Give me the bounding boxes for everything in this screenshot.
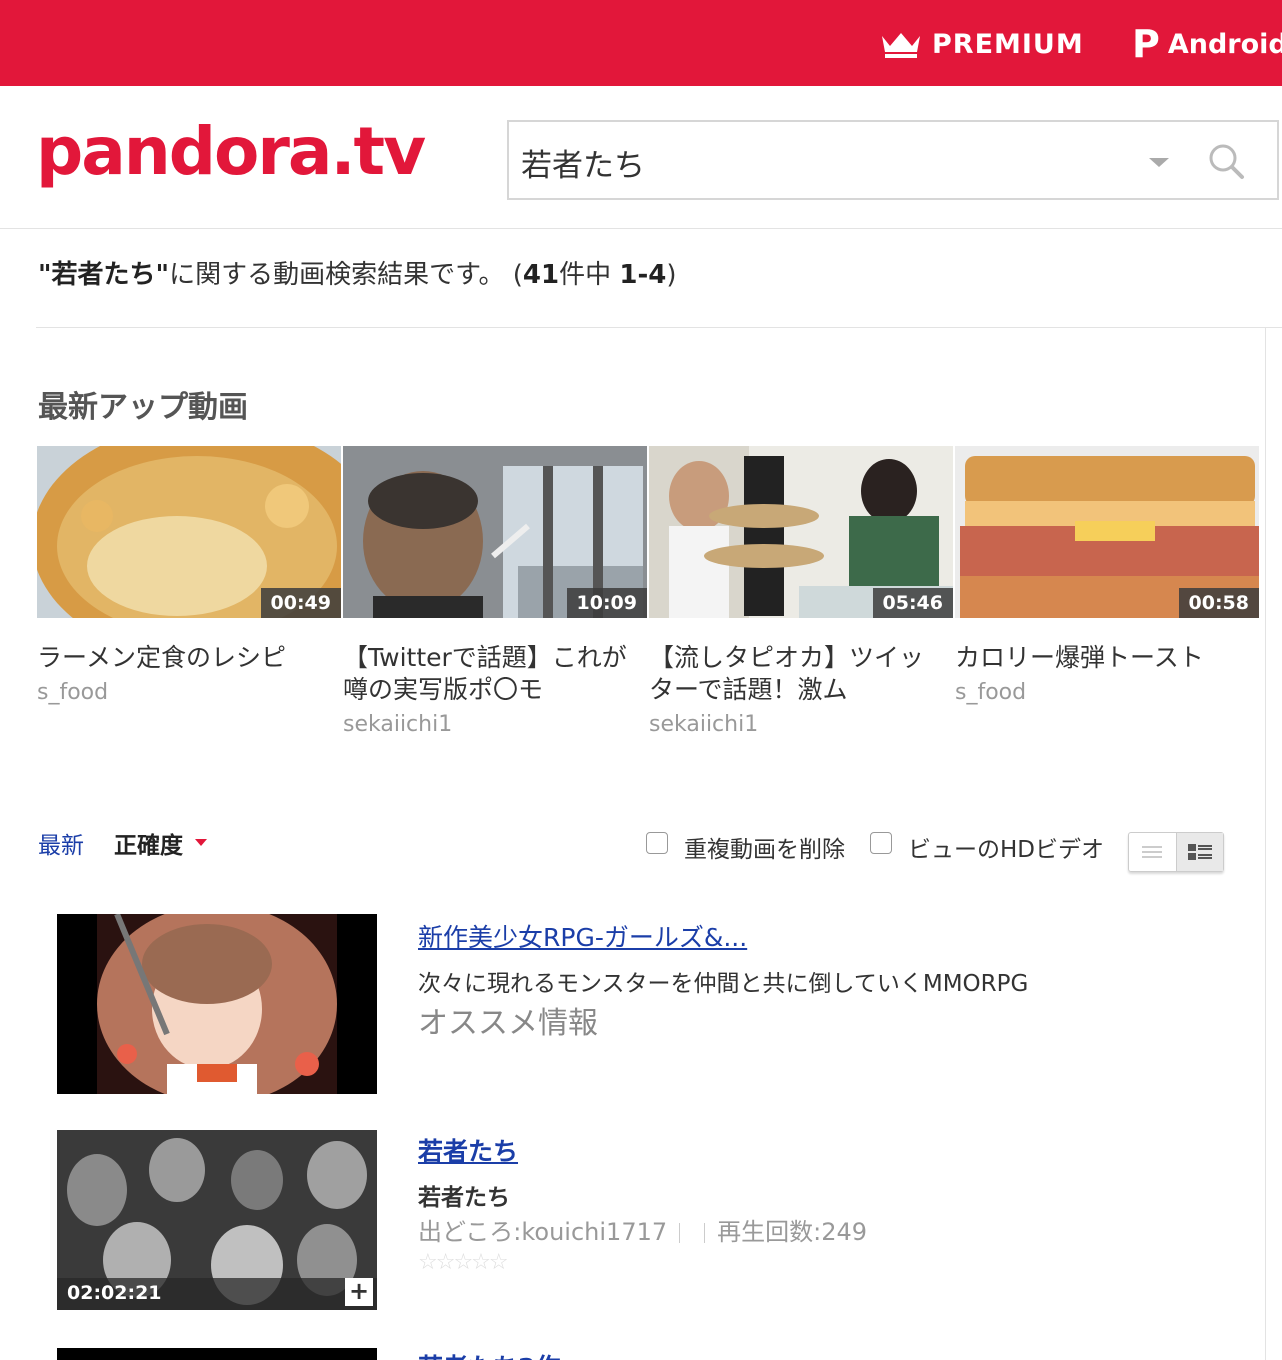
video-duration: 02:02:21 <box>67 1282 162 1304</box>
duration-bar: 02:02:21 <box>57 1278 377 1310</box>
video-card[interactable]: 10:09 【Twitterで話題】これが噂の実写版ポ〇モ sekaiichi1 <box>343 446 647 737</box>
anime-girl-image <box>57 914 377 1094</box>
video-user[interactable]: sekaiichi1 <box>649 712 953 737</box>
header-divider <box>0 228 1282 229</box>
video-duration: 10:09 <box>566 588 647 618</box>
video-thumbnail[interactable]: 00:49 <box>37 446 341 618</box>
result-link[interactable]: 若者たち <box>418 1132 518 1168</box>
summary-close: ) <box>666 260 677 290</box>
search-summary: "若者たち"に関する動画検索結果です。 (41件中 1-4) <box>38 254 677 291</box>
result-source[interactable]: 出どころ:kouichi1717 <box>418 1218 667 1246</box>
dedupe-label[interactable]: 重複動画を削除 <box>684 830 845 864</box>
hd-checkbox[interactable] <box>870 832 892 854</box>
list-view-button[interactable] <box>1129 833 1176 871</box>
result-link[interactable]: 新作美少女RPG-ガールズ&... <box>418 918 747 954</box>
video-title[interactable]: 【Twitterで話題】これが噂の実写版ポ〇モ <box>343 642 633 706</box>
result-tag: オススメ情報 <box>418 1006 598 1041</box>
sort-accuracy[interactable]: 正確度 <box>114 826 183 860</box>
crown-icon <box>882 33 920 58</box>
detail-view-button[interactable] <box>1175 833 1223 871</box>
video-title[interactable]: カロリー爆弾トースト <box>955 642 1245 674</box>
premium-link[interactable]: PREMIUM <box>880 26 1084 62</box>
video-thumbnail[interactable]: 00:58 <box>955 446 1259 618</box>
search-icon[interactable] <box>1207 142 1247 182</box>
section-title: 最新アップ動画 <box>38 390 248 425</box>
rating-stars: ☆☆☆☆☆ <box>418 1250 509 1275</box>
video-user[interactable]: sekaiichi1 <box>343 712 647 737</box>
video-card[interactable]: 05:46 【流しタピオカ】ツイッターで話題！激ム sekaiichi1 <box>649 446 953 737</box>
view-toggle <box>1128 832 1224 872</box>
video-card[interactable]: 00:49 ラーメン定食のレシピ s_food <box>37 446 341 705</box>
add-playlist-button[interactable]: + <box>345 1278 373 1306</box>
result-link[interactable]: 若者たち2作 <box>418 1348 560 1360</box>
content-border <box>1265 328 1266 1360</box>
video-title[interactable]: ラーメン定食のレシピ <box>37 642 327 674</box>
summary-query: "若者たち" <box>38 260 170 290</box>
list-icon <box>1142 846 1163 858</box>
dedupe-checkbox[interactable] <box>646 832 668 854</box>
video-user[interactable]: s_food <box>955 680 1259 705</box>
video-card[interactable]: 00:58 カロリー爆弾トースト s_food <box>955 446 1259 705</box>
result-thumbnail[interactable] <box>57 1348 377 1360</box>
result-description: 次々に現れるモンスターを仲間と共に倒していくMMORPG <box>418 971 1029 997</box>
summary-count-unit: 件中 <box>559 260 612 290</box>
summary-divider <box>36 327 1282 328</box>
hd-label[interactable]: ビューのHDビデオ <box>908 830 1104 864</box>
video-duration: 00:58 <box>1178 588 1259 618</box>
search-box[interactable]: 若者たち <box>507 120 1279 200</box>
summary-count: 41 <box>522 260 560 290</box>
premium-label: PREMIUM <box>932 28 1084 60</box>
result-thumbnail[interactable] <box>57 914 377 1094</box>
summary-text: に関する動画検索結果です。 <box>169 260 505 290</box>
video-duration: 00:49 <box>260 588 341 618</box>
chevron-down-icon[interactable] <box>1149 158 1169 167</box>
video-user[interactable]: s_food <box>37 680 341 705</box>
pandora-p-icon: P <box>1132 22 1160 66</box>
top-bar: PREMIUM P Android L <box>0 0 1282 86</box>
summary-open: ( <box>512 260 523 290</box>
detail-list-icon <box>1187 844 1212 860</box>
meta-separator <box>679 1223 681 1243</box>
android-label: Android L <box>1167 28 1282 60</box>
video-thumbnail[interactable]: 10:09 <box>343 446 647 618</box>
summary-range: 1-4 <box>619 260 667 290</box>
result-plays: 再生回数:249 <box>717 1218 868 1246</box>
video-duration: 05:46 <box>872 588 953 618</box>
result-meta: 出どころ:kouichi1717 再生回数:249 <box>418 1212 867 1247</box>
pandora-logo[interactable]: pandora.tv <box>36 112 426 192</box>
caret-down-icon[interactable] <box>195 839 207 846</box>
result-thumbnail[interactable]: 02:02:21 + <box>57 1130 377 1310</box>
video-title[interactable]: 【流しタピオカ】ツイッターで話題！激ム <box>649 642 939 706</box>
meta-separator <box>704 1223 706 1243</box>
search-input[interactable]: 若者たち <box>521 140 645 185</box>
sort-latest[interactable]: 最新 <box>38 826 84 860</box>
result-subtitle: 若者たち <box>418 1185 510 1211</box>
android-app-link[interactable]: P Android L <box>1132 24 1282 64</box>
video-thumbnail[interactable]: 05:46 <box>649 446 953 618</box>
